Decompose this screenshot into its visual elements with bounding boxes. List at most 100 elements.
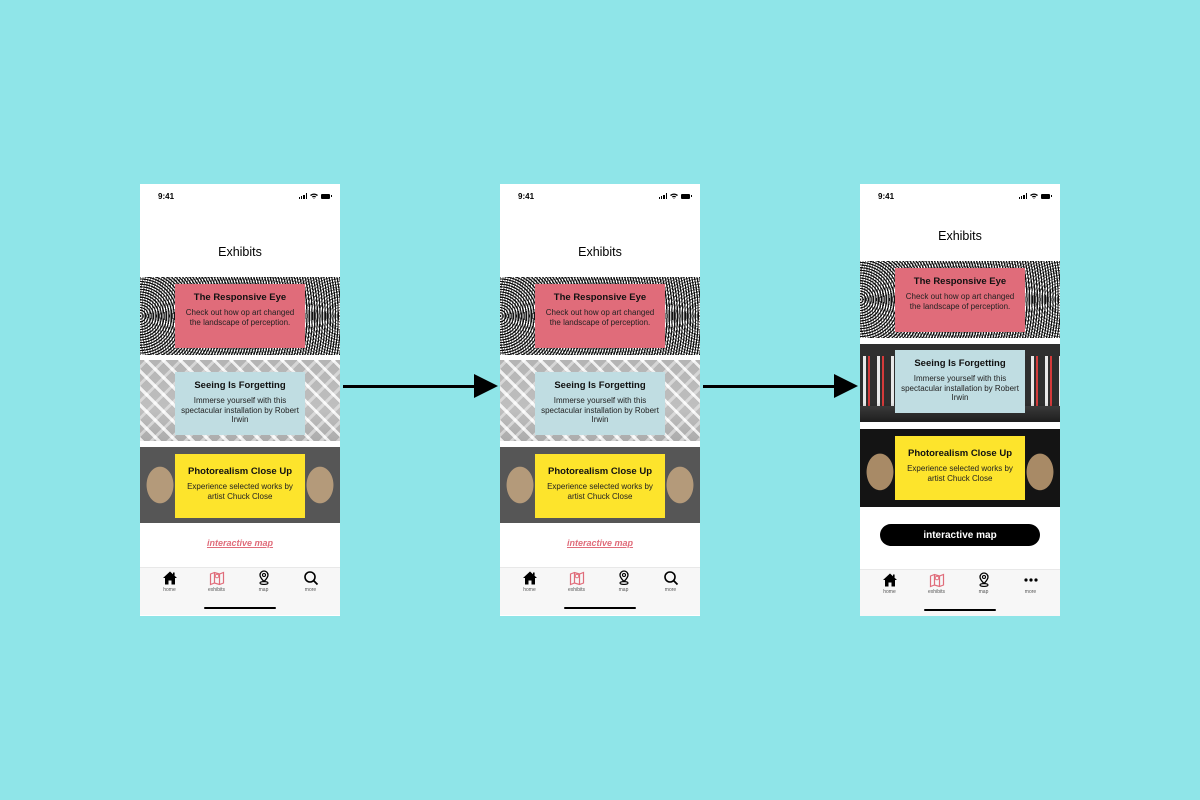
phone-screen-1: 9:41 Exhibits The Responsive Eye Check o… (140, 184, 340, 616)
status-time: 9:41 (518, 191, 535, 201)
exhibit-seeing-is-forgetting[interactable]: Seeing Is Forgetting Immerse yourself wi… (140, 360, 340, 441)
exhibit-title: Seeing Is Forgetting (554, 380, 646, 391)
tab-more[interactable]: more (1011, 572, 1051, 595)
search-icon (303, 571, 318, 586)
exhibit-photorealism[interactable]: Photorealism Close Up Experience selecte… (860, 429, 1060, 507)
tab-label: exhibits (568, 587, 585, 593)
exhibit-card: The Responsive Eye Check out how op art … (895, 268, 1025, 332)
tab-label: home (523, 587, 536, 593)
exhibit-title: The Responsive Eye (193, 292, 287, 303)
exhibit-seeing-is-forgetting[interactable]: Seeing Is Forgetting Immerse yourself wi… (500, 360, 700, 441)
phone-screen-3: 9:41 Exhibits The Responsive Eye Check o… (860, 184, 1060, 616)
signal-icon (1018, 193, 1027, 199)
status-bar: 9:41 (140, 184, 340, 208)
tab-home[interactable]: home (870, 572, 910, 595)
exhibit-card: Seeing Is Forgetting Immerse yourself wi… (535, 372, 665, 435)
page-title: Exhibits (578, 245, 622, 259)
exhibit-card: Photorealism Close Up Experience selecte… (895, 436, 1025, 500)
flow-arrow (343, 374, 498, 398)
wifi-icon (310, 193, 318, 199)
exhibit-title: Photorealism Close Up (188, 466, 292, 477)
signal-icon (658, 193, 667, 199)
tab-label: exhibits (208, 587, 225, 593)
exhibit-title: Seeing Is Forgetting (194, 380, 286, 391)
map-folded-icon (209, 571, 224, 586)
tab-label: more (304, 587, 317, 593)
arrow-head-icon (834, 374, 858, 398)
tab-exhibits[interactable]: exhibits (197, 570, 237, 593)
battery-icon (681, 193, 692, 199)
tab-exhibits[interactable]: exhibits (917, 572, 957, 595)
exhibit-title: The Responsive Eye (913, 276, 1007, 287)
page-title: Exhibits (938, 229, 982, 243)
exhibit-card: Photorealism Close Up Experience selecte… (535, 454, 665, 518)
tab-map[interactable]: map (964, 572, 1004, 595)
tab-label: exhibits (928, 589, 945, 595)
home-indicator[interactable] (204, 606, 276, 609)
tab-label: home (163, 587, 176, 593)
location-pin-icon (618, 570, 629, 585)
tab-home[interactable]: home (510, 570, 550, 593)
exhibit-card: The Responsive Eye Check out how op art … (535, 284, 665, 348)
more-dots-icon (1023, 578, 1038, 582)
tab-more[interactable]: more (651, 570, 691, 593)
exhibit-photorealism[interactable]: Photorealism Close Up Experience selecte… (500, 447, 700, 523)
battery-icon (1041, 193, 1052, 199)
exhibit-description: Check out how op art changed the landsca… (545, 308, 655, 327)
tab-map[interactable]: map (244, 570, 284, 593)
tab-label: map (978, 589, 989, 595)
exhibit-description: Immerse yourself with this spectacular i… (901, 374, 1019, 403)
status-time: 9:41 (158, 191, 175, 201)
exhibit-responsive-eye[interactable]: The Responsive Eye Check out how op art … (500, 277, 700, 355)
exhibit-description: Immerse yourself with this spectacular i… (181, 396, 299, 425)
phone-screen-2: 9:41 Exhibits The Responsive Eye Check o… (500, 184, 700, 616)
tab-exhibits[interactable]: exhibits (557, 570, 597, 593)
map-folded-icon (569, 571, 584, 586)
wifi-icon (670, 193, 678, 199)
flow-arrow (703, 374, 858, 398)
location-pin-icon (258, 570, 269, 585)
exhibit-card: Seeing Is Forgetting Immerse yourself wi… (175, 372, 305, 435)
arrow-head-icon (474, 374, 498, 398)
map-folded-icon (929, 573, 944, 588)
wifi-icon (1030, 193, 1038, 199)
tab-label: map (618, 587, 629, 593)
exhibit-photorealism[interactable]: Photorealism Close Up Experience selecte… (140, 447, 340, 523)
signal-icon (298, 193, 307, 199)
tab-home[interactable]: home (150, 570, 190, 593)
exhibit-card: Seeing Is Forgetting Immerse yourself wi… (895, 350, 1025, 413)
exhibit-title: Seeing Is Forgetting (914, 358, 1006, 369)
exhibit-card: The Responsive Eye Check out how op art … (175, 284, 305, 348)
exhibit-description: Immerse yourself with this spectacular i… (541, 396, 659, 425)
interactive-map-button[interactable]: interactive map (880, 524, 1040, 546)
battery-icon (321, 193, 332, 199)
home-indicator[interactable] (564, 606, 636, 609)
home-indicator[interactable] (924, 608, 996, 611)
tab-bar: home exhibits map more (860, 569, 1060, 616)
tab-label: home (883, 589, 896, 595)
exhibit-title: The Responsive Eye (553, 292, 647, 303)
status-bar: 9:41 (500, 184, 700, 208)
exhibit-description: Experience selected works by artist Chuc… (547, 482, 653, 501)
home-icon (882, 573, 897, 587)
exhibit-description: Check out how op art changed the landsca… (185, 308, 295, 327)
exhibit-seeing-is-forgetting[interactable]: Seeing Is Forgetting Immerse yourself wi… (860, 344, 1060, 422)
tab-label: more (664, 587, 677, 593)
exhibit-responsive-eye[interactable]: The Responsive Eye Check out how op art … (140, 277, 340, 355)
tab-bar: home exhibits map more (140, 567, 340, 615)
exhibit-description: Check out how op art changed the landsca… (905, 292, 1015, 311)
exhibit-description: Experience selected works by artist Chuc… (187, 482, 293, 501)
home-icon (162, 571, 177, 585)
exhibit-description: Experience selected works by artist Chuc… (907, 464, 1013, 483)
tab-label: map (258, 587, 269, 593)
interactive-map-link[interactable]: interactive map (500, 538, 700, 548)
exhibit-title: Photorealism Close Up (908, 448, 1012, 459)
interactive-map-link[interactable]: interactive map (140, 538, 340, 548)
status-time: 9:41 (878, 191, 895, 201)
tab-more[interactable]: more (291, 570, 331, 593)
tab-map[interactable]: map (604, 570, 644, 593)
home-icon (522, 571, 537, 585)
exhibit-title: Photorealism Close Up (548, 466, 652, 477)
exhibit-responsive-eye[interactable]: The Responsive Eye Check out how op art … (860, 261, 1060, 338)
search-icon (663, 571, 678, 586)
